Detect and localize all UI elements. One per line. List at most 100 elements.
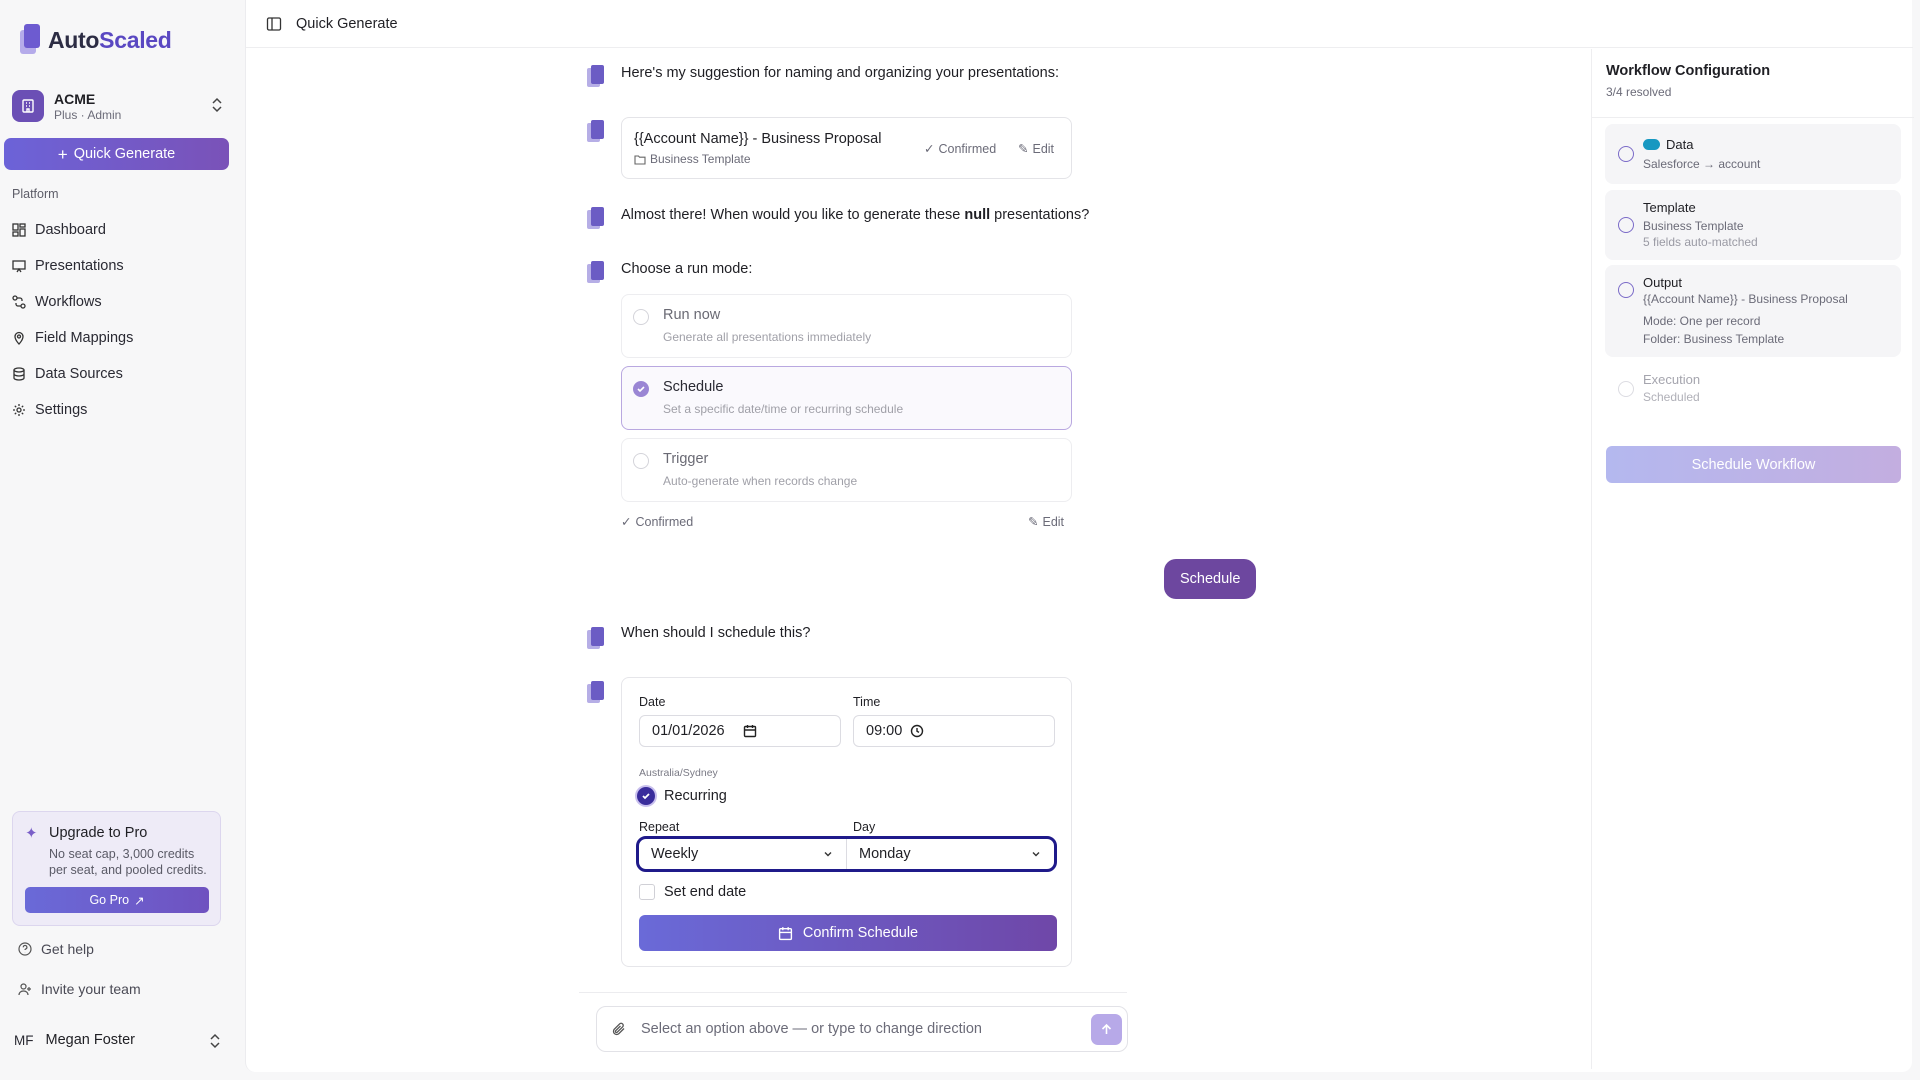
sidebar-item-settings[interactable]: Settings <box>12 392 232 428</box>
upgrade-description: No seat cap, 3,000 credits per seat, and… <box>49 847 207 877</box>
go-pro-button[interactable]: Go Pro ↗ <box>25 887 209 913</box>
run-mode-status-label: Confirmed <box>635 514 694 529</box>
chevron-updown-icon <box>210 1033 220 1049</box>
time-input[interactable]: 09:00 <box>853 715 1055 747</box>
run-mode-option-schedule[interactable]: Schedule Set a specific date/time or rec… <box>621 366 1072 430</box>
help-icon <box>18 942 32 956</box>
radio-button[interactable] <box>633 309 649 325</box>
gear-icon <box>13 404 25 416</box>
assistant-avatar-icon <box>587 120 605 142</box>
step-detail: Business Template <box>1643 219 1744 233</box>
recurring-checkbox[interactable]: Recurring <box>637 787 727 805</box>
option-description: Set a specific date/time or recurring sc… <box>663 402 904 416</box>
workflow-step-output[interactable]: Output {{Account Name}} - Business Propo… <box>1605 265 1901 357</box>
assistant-message: Almost there! When would you like to gen… <box>621 207 1089 223</box>
user-menu[interactable]: MF Megan Foster <box>14 1026 222 1054</box>
workflow-icon <box>12 295 26 309</box>
brand-logo[interactable]: AutoScaled <box>18 24 172 56</box>
assistant-avatar-icon <box>587 627 605 649</box>
schedule-form: Date 01/01/2026 Time 09:00 Australia/Syd… <box>621 677 1072 967</box>
step-title-text: Data <box>1666 137 1694 152</box>
calendar-icon <box>778 926 792 940</box>
day-label: Day <box>853 820 876 834</box>
clock-icon[interactable] <box>910 724 924 738</box>
send-button[interactable] <box>1091 1014 1122 1045</box>
check-icon: ✓ <box>924 142 935 156</box>
workflow-step-data[interactable]: Data Salesforce → account <box>1605 124 1901 184</box>
user-name: Megan Foster <box>45 1032 135 1048</box>
day-select[interactable]: Monday <box>846 839 1054 869</box>
step-title: Data <box>1643 137 1693 152</box>
quick-generate-button[interactable]: + Quick Generate <box>4 138 229 170</box>
checkbox-checked[interactable] <box>637 787 655 805</box>
calendar-icon[interactable] <box>743 724 757 738</box>
day-value: Monday <box>859 846 911 862</box>
chat-composer[interactable]: Select an option above — or type to chan… <box>596 1006 1128 1052</box>
sidebar-item-label: Presentations <box>35 258 124 274</box>
end-date-checkbox[interactable]: Set end date <box>639 884 746 900</box>
sidebar-item-field-mappings[interactable]: Field Mappings <box>12 320 232 356</box>
naming-status-label: Confirmed <box>938 141 997 156</box>
sidebar-item-dashboard[interactable]: Dashboard <box>12 212 232 248</box>
naming-status: ✓ Confirmed <box>924 141 997 157</box>
step-detail: 5 fields auto-matched <box>1643 235 1758 249</box>
sidebar-nav: Dashboard Presentations Workflows Field … <box>12 212 232 428</box>
check-icon: ✓ <box>621 515 632 529</box>
upgrade-card: ✦ Upgrade to Pro No seat cap, 3,000 cred… <box>12 811 221 926</box>
get-help-link[interactable]: Get help <box>18 941 94 957</box>
org-plan: Plus · Admin <box>54 107 122 122</box>
assistant-message: When should I schedule this? <box>621 625 811 641</box>
confirm-schedule-button[interactable]: Confirm Schedule <box>639 915 1057 951</box>
run-mode-status: ✓ Confirmed <box>621 514 694 530</box>
workflow-step-execution[interactable]: Execution Scheduled <box>1605 363 1901 417</box>
step-detail: Mode: One per record <box>1643 314 1761 328</box>
quick-generate-label: Quick Generate <box>73 146 176 162</box>
option-description: Generate all presentations immediately <box>663 330 872 344</box>
schedule-workflow-button[interactable]: Schedule Workflow <box>1606 446 1901 483</box>
composer-placeholder: Select an option above — or type to chan… <box>641 1021 982 1037</box>
invite-team-link[interactable]: Invite your team <box>18 981 141 997</box>
run-mode-option-run-now[interactable]: Run now Generate all presentations immed… <box>621 294 1072 358</box>
panel-divider <box>1592 117 1914 118</box>
run-mode-option-trigger[interactable]: Trigger Auto-generate when records chang… <box>621 438 1072 502</box>
when-message-count: null <box>964 207 991 223</box>
check-circle-icon <box>1618 282 1634 298</box>
run-mode-edit-button[interactable]: ✎ Edit <box>1028 514 1065 530</box>
checkbox-unchecked[interactable] <box>639 884 655 900</box>
repeat-day-selects: Weekly Monday <box>636 836 1057 872</box>
pencil-icon: ✎ <box>1018 142 1029 156</box>
sidebar-item-workflows[interactable]: Workflows <box>12 284 232 320</box>
main-panel: Quick Generate Here's my suggestion for … <box>245 0 1914 1072</box>
sidebar-item-label: Workflows <box>35 294 102 310</box>
assistant-avatar-icon <box>587 681 605 703</box>
sidebar-toggle-icon[interactable] <box>266 16 282 32</box>
presentation-icon <box>12 260 26 273</box>
check-circle-icon <box>1618 217 1634 233</box>
sidebar-item-label: Settings <box>35 402 88 418</box>
step-detail: Scheduled <box>1643 390 1700 404</box>
naming-edit-button[interactable]: ✎ Edit <box>1018 141 1054 157</box>
run-mode-edit-label: Edit <box>1042 514 1065 529</box>
radio-button[interactable] <box>633 453 649 469</box>
assistant-avatar-icon <box>587 65 605 87</box>
option-title: Run now <box>663 307 721 323</box>
brand-name-part2: Scaled <box>99 26 172 53</box>
naming-folder: Business Template <box>634 152 751 166</box>
step-title: Execution <box>1643 372 1701 387</box>
paperclip-icon[interactable] <box>611 1021 627 1037</box>
date-input[interactable]: 01/01/2026 <box>639 715 841 747</box>
naming-card: {{Account Name}} - Business Proposal Bus… <box>621 117 1072 179</box>
arrow-up-icon <box>1101 1023 1112 1034</box>
upgrade-title: ✦ Upgrade to Pro <box>25 824 208 842</box>
repeat-select[interactable]: Weekly <box>639 839 846 869</box>
time-label: Time <box>853 695 881 709</box>
sidebar-item-label: Data Sources <box>35 366 123 382</box>
go-pro-label: Go Pro <box>89 893 130 907</box>
step-detail: Salesforce → account <box>1643 157 1761 171</box>
sidebar-item-presentations[interactable]: Presentations <box>12 248 232 284</box>
when-message-prefix: Almost there! When would you like to gen… <box>621 207 965 223</box>
org-switcher[interactable]: ACME Plus · Admin <box>12 88 224 124</box>
sidebar-item-data-sources[interactable]: Data Sources <box>12 356 232 392</box>
radio-button[interactable] <box>633 381 649 397</box>
workflow-step-template[interactable]: Template Business Template 5 fields auto… <box>1605 190 1901 260</box>
